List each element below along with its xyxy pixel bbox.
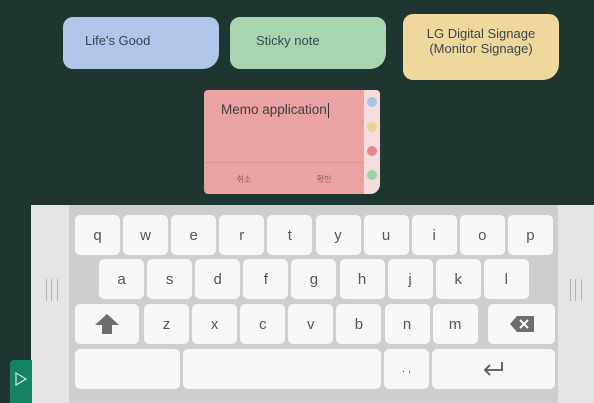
key-label: o bbox=[478, 226, 487, 244]
key-k[interactable]: k bbox=[435, 259, 481, 299]
key-y[interactable]: y bbox=[315, 215, 361, 255]
shift-arrow-icon bbox=[95, 314, 119, 334]
key-label: g bbox=[309, 270, 319, 288]
enter-return-icon bbox=[483, 362, 503, 376]
color-dot-pink[interactable] bbox=[367, 146, 377, 156]
triangle-icon bbox=[15, 372, 27, 386]
side-panel-tab[interactable] bbox=[10, 360, 32, 403]
punctuation-key[interactable]: . , bbox=[384, 349, 429, 389]
on-screen-keyboard: q w e r t y u i o p a s d f g h j k l z x c v b n m . , bbox=[31, 205, 594, 403]
key-label: r bbox=[239, 226, 245, 244]
key-label: p bbox=[526, 226, 535, 244]
key-w[interactable]: w bbox=[123, 215, 169, 255]
key-label: z bbox=[162, 315, 171, 333]
note-text-line-1: LG Digital Signage bbox=[426, 26, 536, 41]
key-l[interactable]: l bbox=[483, 259, 529, 299]
note-text-line-2: (Monitor Signage) bbox=[429, 41, 533, 56]
memo-text-field[interactable]: Memo application bbox=[221, 102, 329, 118]
confirm-button[interactable]: 확인 bbox=[317, 174, 332, 185]
key-label: h bbox=[357, 270, 367, 288]
key-c[interactable]: c bbox=[240, 304, 286, 344]
memo-text-value: Memo application bbox=[221, 102, 327, 117]
key-n[interactable]: n bbox=[384, 304, 430, 344]
key-label: t bbox=[287, 226, 292, 244]
color-dot-blue[interactable] bbox=[367, 97, 377, 107]
text-caret bbox=[327, 102, 329, 118]
color-dot-yellow[interactable] bbox=[367, 122, 377, 132]
keyboard-right-handle[interactable] bbox=[558, 205, 594, 403]
key-label: u bbox=[381, 226, 391, 244]
key-label: k bbox=[454, 270, 462, 288]
key-j[interactable]: j bbox=[387, 259, 433, 299]
key-p[interactable]: p bbox=[507, 215, 553, 255]
key-label: e bbox=[189, 226, 198, 244]
key-t[interactable]: t bbox=[267, 215, 313, 255]
backspace-icon bbox=[509, 316, 534, 332]
key-label: a bbox=[117, 270, 126, 288]
key-label: j bbox=[408, 270, 412, 288]
key-label: i bbox=[432, 226, 436, 244]
memo-editor[interactable]: Memo application 취소 확인 bbox=[204, 90, 380, 194]
key-h[interactable]: h bbox=[339, 259, 385, 299]
key-label: c bbox=[258, 315, 267, 333]
color-dot-green[interactable] bbox=[367, 170, 377, 180]
sticky-note-lifes-good[interactable]: Life's Good bbox=[63, 17, 219, 69]
color-picker bbox=[364, 90, 380, 194]
key-m[interactable]: m bbox=[432, 304, 478, 344]
sticky-note-sticky-note[interactable]: Sticky note bbox=[230, 17, 386, 69]
key-label: s bbox=[165, 270, 174, 288]
key-label: x bbox=[210, 315, 219, 333]
key-x[interactable]: x bbox=[192, 304, 238, 344]
key-label: b bbox=[354, 315, 364, 333]
key-v[interactable]: v bbox=[288, 304, 334, 344]
key-label: m bbox=[448, 315, 462, 333]
cancel-button[interactable]: 취소 bbox=[237, 174, 252, 185]
key-label: n bbox=[402, 315, 412, 333]
key-label: v bbox=[307, 315, 315, 333]
note-text: Life's Good bbox=[85, 33, 151, 48]
grip-icon bbox=[570, 279, 582, 301]
memo-actions: 취소 확인 bbox=[204, 162, 364, 194]
shift-key[interactable] bbox=[75, 304, 139, 344]
key-u[interactable]: u bbox=[363, 215, 409, 255]
note-text: Sticky note bbox=[256, 33, 320, 48]
punctuation-label: . , bbox=[401, 363, 412, 375]
blank-key-left[interactable] bbox=[75, 349, 180, 389]
key-s[interactable]: s bbox=[147, 259, 193, 299]
sticky-note-lg-digital-signage[interactable]: LG Digital Signage (Monitor Signage) bbox=[403, 14, 559, 80]
key-o[interactable]: o bbox=[459, 215, 505, 255]
key-f[interactable]: f bbox=[243, 259, 289, 299]
keyboard-left-handle[interactable] bbox=[31, 205, 69, 403]
grip-icon bbox=[46, 279, 58, 301]
key-i[interactable]: i bbox=[411, 215, 457, 255]
key-z[interactable]: z bbox=[144, 304, 189, 344]
key-q[interactable]: q bbox=[75, 215, 120, 255]
key-label: q bbox=[93, 226, 102, 244]
enter-key[interactable] bbox=[432, 349, 555, 389]
key-g[interactable]: g bbox=[291, 259, 337, 299]
key-label: y bbox=[334, 226, 342, 244]
key-e[interactable]: e bbox=[171, 215, 217, 255]
key-b[interactable]: b bbox=[336, 304, 382, 344]
key-a[interactable]: a bbox=[99, 259, 144, 299]
key-label: w bbox=[140, 226, 152, 244]
space-key[interactable] bbox=[183, 349, 381, 389]
key-r[interactable]: r bbox=[219, 215, 265, 255]
key-label: l bbox=[504, 270, 508, 288]
backspace-key[interactable] bbox=[488, 304, 555, 344]
key-label: f bbox=[263, 270, 268, 288]
key-label: d bbox=[213, 270, 222, 288]
key-d[interactable]: d bbox=[195, 259, 241, 299]
